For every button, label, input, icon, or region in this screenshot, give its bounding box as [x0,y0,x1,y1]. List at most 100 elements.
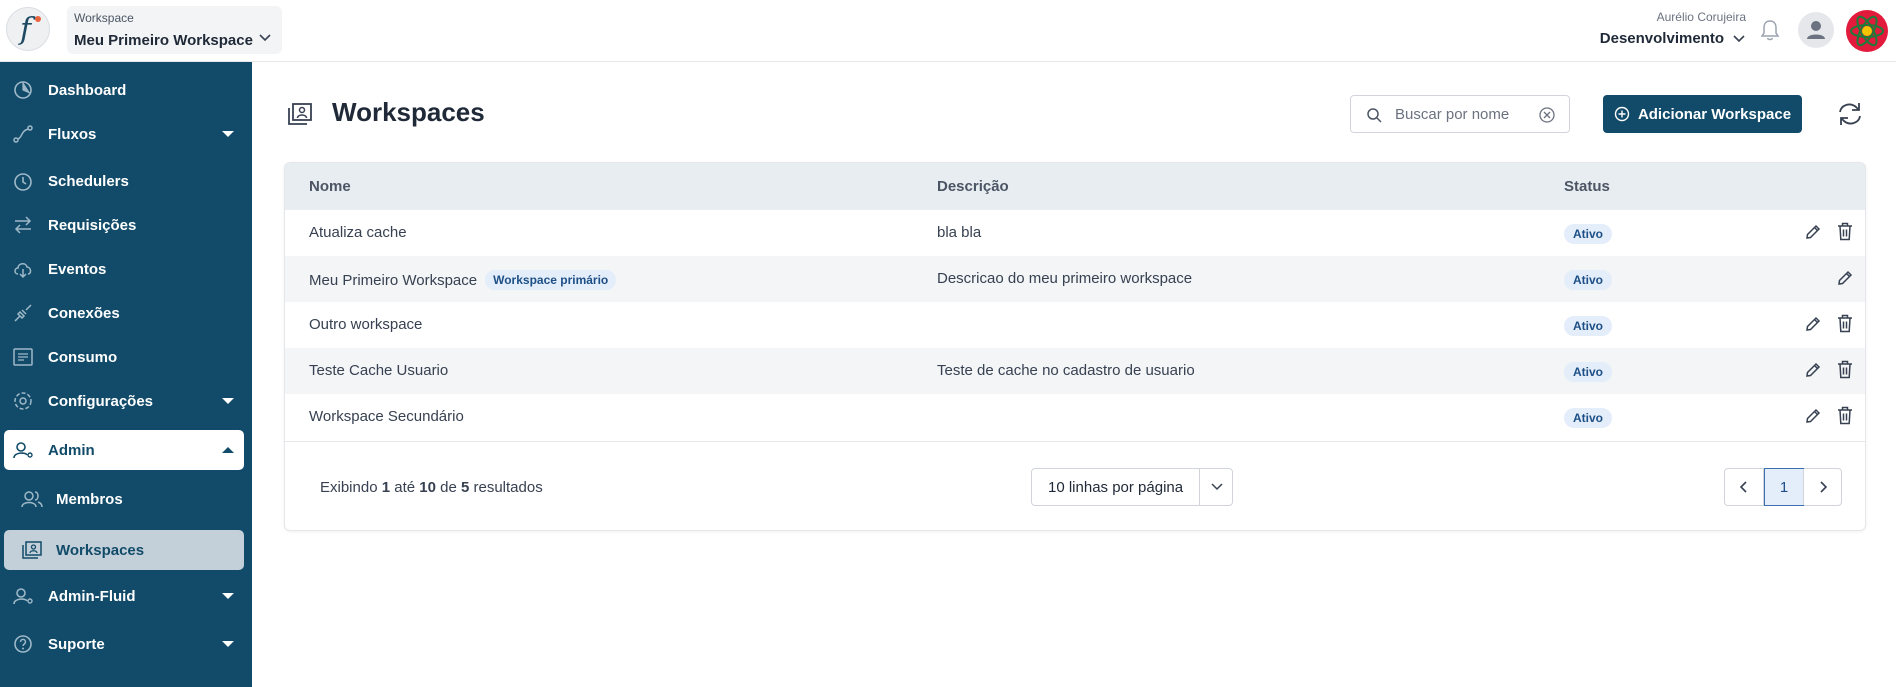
search-icon [1367,108,1382,123]
cloud-download-icon [14,263,32,279]
trash-icon[interactable] [1837,406,1853,425]
user-name: Aurélio Corujeira [1656,10,1746,24]
user-gear-icon [13,588,33,605]
status-badge: Ativo [1564,408,1612,428]
column-header-status: Status [1564,178,1610,195]
sidebar: Dashboard Fluxos Schedulers Requisições … [0,62,252,687]
sidebar-item-fluxos[interactable]: Fluxos [4,114,244,154]
table-row[interactable]: Atualiza cache bla bla Ativo [285,210,1865,256]
sidebar-item-label: Workspaces [56,541,145,559]
user-gear-icon [13,442,33,459]
sidebar-item-consumo[interactable]: Consumo [4,337,244,377]
sidebar-item-label: Conexões [48,304,120,322]
sidebar-item-requisicoes[interactable]: Requisições [4,205,244,245]
user-info: Aurélio Corujeira Desenvolvimento [1600,10,1746,47]
sidebar-item-schedulers[interactable]: Schedulers [4,161,244,201]
pencil-icon[interactable] [1804,223,1822,241]
row-description: Teste de cache no cadastro de usuario [937,362,1195,379]
workspaces-table: Nome Descrição Status Atualiza cache bla… [284,162,1866,531]
sidebar-item-label: Consumo [48,348,118,366]
row-name: Atualiza cache [309,224,407,241]
pagination: 1 [1724,468,1842,506]
rows-per-page-select[interactable]: 10 linhas por página [1031,468,1233,506]
chevron-down-icon [1733,34,1745,42]
users-icon [21,491,43,508]
refresh-icon[interactable] [1836,99,1864,129]
trash-icon[interactable] [1837,360,1853,379]
sidebar-item-label: Admin-Fluid [48,587,136,605]
sidebar-item-membros[interactable]: Membros [4,479,244,519]
pencil-icon[interactable] [1804,407,1822,425]
sidebar-item-admin-fluid[interactable]: Admin-Fluid [4,576,244,616]
trash-icon[interactable] [1837,222,1853,241]
workspace-icon [22,541,42,559]
sidebar-item-label: Admin [48,441,95,459]
caret-down-icon [222,593,234,599]
arrows-swap-icon [14,216,32,234]
sidebar-item-label: Suporte [48,635,105,653]
help-icon [14,635,32,653]
sidebar-item-label: Dashboard [48,81,127,99]
add-workspace-button[interactable]: Adicionar Workspace [1603,95,1802,133]
clock-icon [14,173,32,191]
caret-up-icon [222,447,234,453]
pencil-icon[interactable] [1804,361,1822,379]
column-header-descricao: Descrição [937,178,1009,195]
plus-circle-icon [1614,106,1630,122]
row-description: Descricao do meu primeiro workspace [937,270,1193,287]
status-badge: Ativo [1564,224,1612,244]
sidebar-item-label: Membros [56,490,123,508]
next-page-button[interactable] [1803,469,1842,505]
workspace-caption: Workspace [74,11,134,25]
pencil-icon[interactable] [1804,315,1822,333]
plug-icon [14,304,32,322]
workspace-current: Meu Primeiro Workspace [74,32,253,49]
trash-icon[interactable] [1837,314,1853,333]
sidebar-item-admin[interactable]: Admin [4,430,244,470]
clear-icon[interactable] [1538,106,1556,124]
primary-workspace-badge: Workspace primário [485,270,617,290]
page-title: Workspaces [332,97,485,127]
table-row[interactable]: Workspace Secundário Ativo [285,394,1865,440]
table-divider [285,441,1865,442]
column-header-nome: Nome [309,178,351,195]
results-summary: Exibindo 1 até 10 de 5 resultados [320,479,543,496]
table-row[interactable]: Meu Primeiro Workspace Workspace primário… [285,256,1865,302]
fluid-logo[interactable]: f [6,7,50,51]
row-description: bla bla [937,224,982,241]
sidebar-item-label: Configurações [48,392,154,410]
table-row[interactable]: Teste Cache Usuario Teste de cache no ca… [285,348,1865,394]
environment-label: Desenvolvimento [1599,30,1724,47]
caret-down-icon [222,131,234,137]
chevron-left-icon [1740,481,1747,493]
status-badge: Ativo [1564,270,1612,290]
chevron-down-icon [259,34,271,42]
caret-down-icon [222,641,234,647]
search-input[interactable] [1395,104,1535,124]
workspace-selector[interactable]: Workspace Meu Primeiro Workspace [67,6,282,54]
pencil-icon[interactable] [1836,269,1854,287]
table-header: Nome Descrição Status [285,163,1865,210]
dashboard-icon [14,81,32,99]
table-row[interactable]: Outro workspace Ativo [285,302,1865,348]
sidebar-item-suporte[interactable]: Suporte [4,624,244,664]
sidebar-item-eventos[interactable]: Eventos [4,249,244,289]
sidebar-item-label: Schedulers [48,172,129,190]
environment-selector[interactable]: Desenvolvimento [1600,30,1746,47]
user-avatar[interactable] [1798,12,1834,48]
person-icon [1807,21,1825,39]
page-button-current[interactable]: 1 [1764,468,1804,506]
sidebar-item-dashboard[interactable]: Dashboard [4,70,244,110]
brand-logo [1846,10,1888,52]
sidebar-item-configuracoes[interactable]: Configurações [4,381,244,421]
rows-per-page-label: 10 linhas por página [1048,479,1184,496]
sidebar-item-workspaces[interactable]: Workspaces [4,530,244,570]
row-name: Outro workspace [309,316,423,333]
row-name: Teste Cache Usuario [309,362,449,379]
top-bar: f Workspace Meu Primeiro Workspace Aurél… [0,0,1896,62]
sidebar-item-conexoes[interactable]: Conexões [4,293,244,333]
prev-page-button[interactable] [1725,469,1764,505]
sidebar-item-label: Eventos [48,260,107,278]
bell-icon[interactable] [1759,18,1781,42]
row-name: Meu Primeiro Workspace [309,272,478,289]
